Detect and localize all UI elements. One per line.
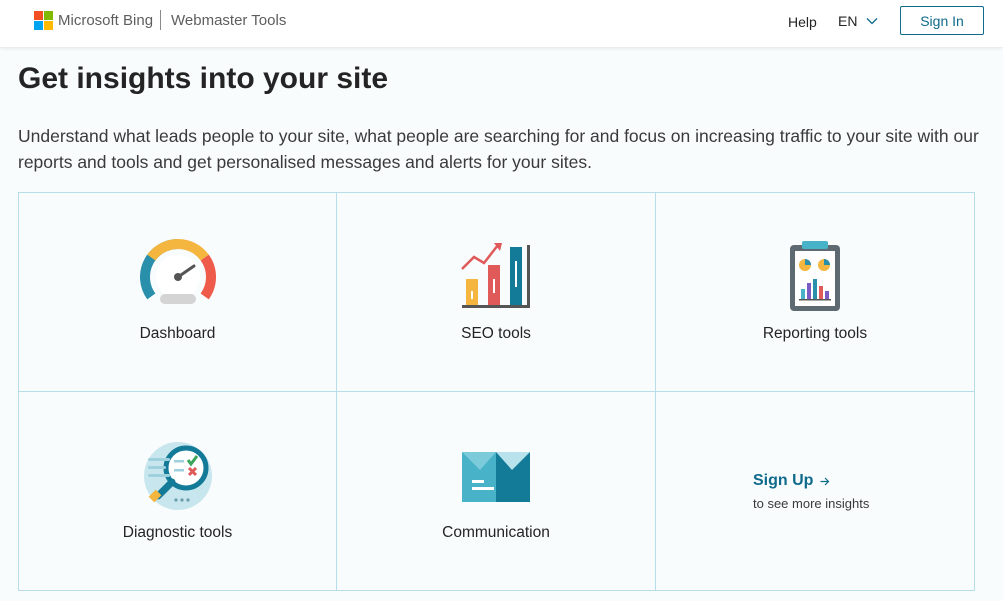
intro-text: Understand what leads people to your sit…: [18, 126, 979, 172]
help-link[interactable]: Help: [788, 14, 817, 30]
magnifier-checklist-icon: [143, 442, 212, 510]
sign-in-button[interactable]: Sign In: [900, 6, 984, 35]
tile-label-reporting-tools: Reporting tools: [762, 325, 868, 342]
tile-reporting-tools[interactable]: Reporting tools: [656, 193, 974, 392]
tile-label-dashboard: Dashboard: [139, 325, 216, 342]
brand-divider: [160, 10, 161, 30]
page-title: Get insights into your site: [18, 62, 389, 95]
tile-label-diagnostic-tools: Diagnostic tools: [122, 524, 233, 541]
brand-name[interactable]: Microsoft Bing: [58, 12, 153, 29]
signup-subtitle: to see more insights: [753, 496, 870, 511]
signup-link[interactable]: Sign Up: [753, 472, 830, 490]
arrow-right-icon: [820, 477, 830, 485]
language-label: EN: [838, 13, 858, 29]
envelope-icon: [462, 452, 530, 502]
clipboard-report-icon: [790, 241, 840, 311]
signup-block: Sign Up to see more insights: [753, 472, 869, 511]
feature-grid: Dashboard SEO tools Reporting tools Diag…: [18, 192, 975, 591]
tile-diagnostic-tools[interactable]: Diagnostic tools: [19, 392, 337, 590]
signup-link-label: Sign Up: [753, 472, 814, 489]
tile-seo-tools[interactable]: SEO tools: [337, 193, 656, 392]
tile-signup: Sign Up to see more insights: [656, 392, 974, 590]
top-navigation-bar: Microsoft Bing Webmaster Tools Help EN S…: [0, 0, 1003, 47]
tile-label-seo-tools: SEO tools: [461, 325, 531, 342]
chevron-down-icon: [866, 18, 878, 25]
language-selector[interactable]: EN: [838, 13, 878, 29]
dashboard-gauge-icon: [139, 239, 216, 304]
product-name[interactable]: Webmaster Tools: [171, 12, 286, 29]
seo-bar-chart-icon: [461, 243, 530, 308]
tile-label-communication: Communication: [442, 524, 550, 541]
tile-dashboard[interactable]: Dashboard: [19, 193, 337, 392]
microsoft-logo-icon[interactable]: [34, 11, 53, 30]
tile-communication[interactable]: Communication: [337, 392, 656, 590]
